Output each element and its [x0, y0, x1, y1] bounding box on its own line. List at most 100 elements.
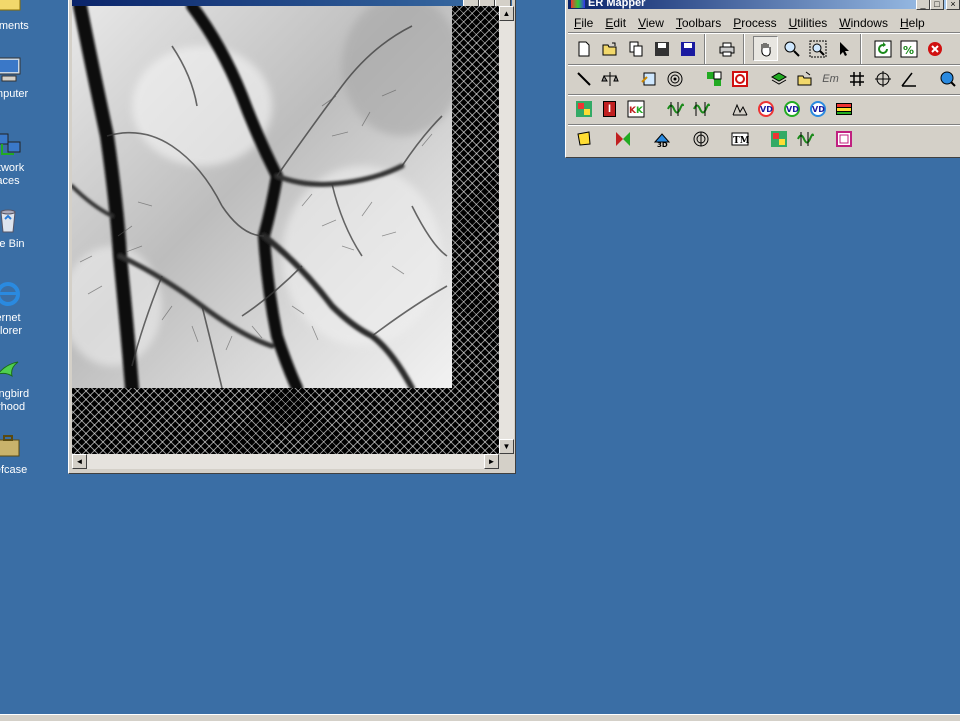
save-as-button[interactable] — [675, 36, 700, 61]
open-folder-icon — [602, 42, 616, 55]
save-icon — [654, 41, 669, 56]
waveform-button[interactable] — [662, 96, 687, 121]
crosshair-button[interactable] — [870, 66, 895, 91]
new-document-icon — [578, 41, 589, 56]
desktop-icon-my-computer[interactable]: omputer — [0, 54, 46, 101]
geocoding-button[interactable] — [701, 66, 726, 91]
scroll-right-button[interactable]: ► — [484, 454, 499, 469]
traverse-button[interactable] — [896, 66, 921, 91]
balance-button[interactable] — [597, 66, 622, 91]
menu-file[interactable]: File — [568, 14, 599, 32]
zoom-button[interactable] — [779, 36, 804, 61]
classification-button[interactable] — [688, 126, 713, 151]
page-setup-button[interactable] — [831, 126, 856, 151]
print-icon — [719, 42, 734, 56]
desktop-icon-label: riefcase — [0, 464, 28, 476]
three-d-view-button[interactable]: 3D — [649, 126, 674, 151]
minimize-button[interactable]: _ — [916, 0, 930, 10]
split-button[interactable] — [610, 126, 635, 151]
desktop-icon-recycle-bin[interactable]: cle Bin — [0, 204, 46, 251]
image-viewport[interactable] — [72, 6, 499, 454]
pointer-hand-button[interactable] — [753, 36, 778, 61]
er-mapper-window[interactable]: ER Mapper _ □ × File Edit View Toolbars … — [565, 0, 960, 158]
save-button[interactable] — [649, 36, 674, 61]
thematic-mapper-button[interactable]: TM — [727, 126, 752, 151]
mosaic-button[interactable] — [727, 66, 752, 91]
zoom-box-icon — [809, 40, 826, 57]
menu-process[interactable]: Process — [727, 14, 782, 32]
desktop-icon-my-briefcase[interactable]: riefcase — [0, 430, 46, 477]
pointer-button[interactable] — [831, 36, 856, 61]
print-button[interactable] — [714, 36, 739, 61]
filter-button[interactable] — [688, 96, 713, 121]
region-button[interactable] — [571, 126, 596, 151]
copy-window-button[interactable] — [623, 36, 648, 61]
intensity-label: I — [602, 100, 617, 117]
new-button[interactable] — [571, 36, 596, 61]
er-mapper-titlebar[interactable]: ER Mapper — [568, 0, 960, 9]
menu-view[interactable]: View — [632, 14, 670, 32]
image-display-icon — [770, 130, 787, 147]
hand-icon — [760, 42, 771, 57]
toolbar-utilities: 3D TM — [568, 124, 960, 154]
edit-formula-button[interactable]: Em — [818, 66, 843, 91]
polygon-icon — [576, 130, 591, 146]
wave-filter-button[interactable] — [792, 126, 817, 151]
fingerprint-icon — [693, 131, 708, 146]
desktop-icon-internet-explorer[interactable]: ernet plorer — [0, 278, 46, 338]
pseudocolor-icon — [575, 100, 592, 117]
copy-icon — [629, 41, 642, 56]
percent-clip-button[interactable]: % — [896, 36, 921, 61]
intensity-button[interactable]: I — [597, 96, 622, 121]
desktop-icon-my-documents[interactable]: cuments — [0, 0, 46, 33]
view-search-button[interactable] — [935, 66, 960, 91]
grid-button[interactable] — [844, 66, 869, 91]
menu-utilities[interactable]: Utilities — [783, 14, 834, 32]
pseudocolor-button[interactable] — [571, 96, 596, 121]
three-d-icon: 3D — [653, 132, 670, 148]
refresh-button[interactable] — [870, 36, 895, 61]
menu-windows[interactable]: Windows — [833, 14, 894, 32]
dem-terrain-image — [72, 6, 452, 388]
save-as-icon — [680, 41, 695, 56]
desktop-icon-network-places[interactable]: etwork aces — [0, 128, 46, 188]
vector-display-button-3[interactable]: VD — [805, 96, 830, 121]
maximize-button[interactable]: □ — [930, 0, 944, 10]
vector-display-icon: VD — [809, 100, 826, 117]
horizontal-scrollbar[interactable]: ◄ ► — [72, 454, 499, 469]
vector-display-button-2[interactable]: VD — [779, 96, 804, 121]
layers-icon — [770, 71, 787, 85]
grid-icon — [849, 71, 864, 86]
svg-text:TM: TM — [733, 136, 749, 146]
scroll-down-button[interactable]: ▼ — [499, 439, 514, 454]
menu-edit[interactable]: Edit — [599, 14, 632, 32]
annotate-line-button[interactable] — [571, 66, 596, 91]
open-dataset-button[interactable] — [792, 66, 817, 91]
desktop-icon-label: ernet — [0, 312, 21, 324]
algorithm-button[interactable] — [636, 66, 661, 91]
image-window[interactable]: ▲ ▼ ◄ ► — [68, 0, 516, 474]
desktop-icon-hummingbird-neighborhood[interactable]: mingbird orhood — [0, 354, 46, 414]
toolbar-common-functions: Em — [568, 64, 960, 94]
desktop-icon-label: etwork — [0, 162, 25, 174]
color-bar-button[interactable] — [831, 96, 856, 121]
waveform-icon — [666, 101, 684, 116]
scroll-up-button[interactable]: ▲ — [499, 6, 514, 21]
stop-button[interactable] — [922, 36, 947, 61]
histogram-button[interactable] — [727, 96, 752, 121]
svg-text:3D: 3D — [657, 141, 668, 148]
fingerprint-button[interactable] — [662, 66, 687, 91]
menu-toolbars[interactable]: Toolbars — [670, 14, 727, 32]
vertical-scrollbar[interactable]: ▲ ▼ — [499, 6, 514, 454]
layers-button[interactable] — [766, 66, 791, 91]
vector-display-button-1[interactable]: VD — [753, 96, 778, 121]
menu-help[interactable]: Help — [894, 14, 931, 32]
close-button[interactable]: × — [946, 0, 960, 10]
image-display-button[interactable] — [766, 126, 791, 151]
open-button[interactable] — [597, 36, 622, 61]
scroll-left-button[interactable]: ◄ — [72, 454, 87, 469]
zoom-box-button[interactable] — [805, 36, 830, 61]
desktop-icon-label-line2: plorer — [0, 325, 23, 337]
rgb-button[interactable]: KK — [623, 96, 648, 121]
color-bar-icon — [835, 102, 852, 115]
